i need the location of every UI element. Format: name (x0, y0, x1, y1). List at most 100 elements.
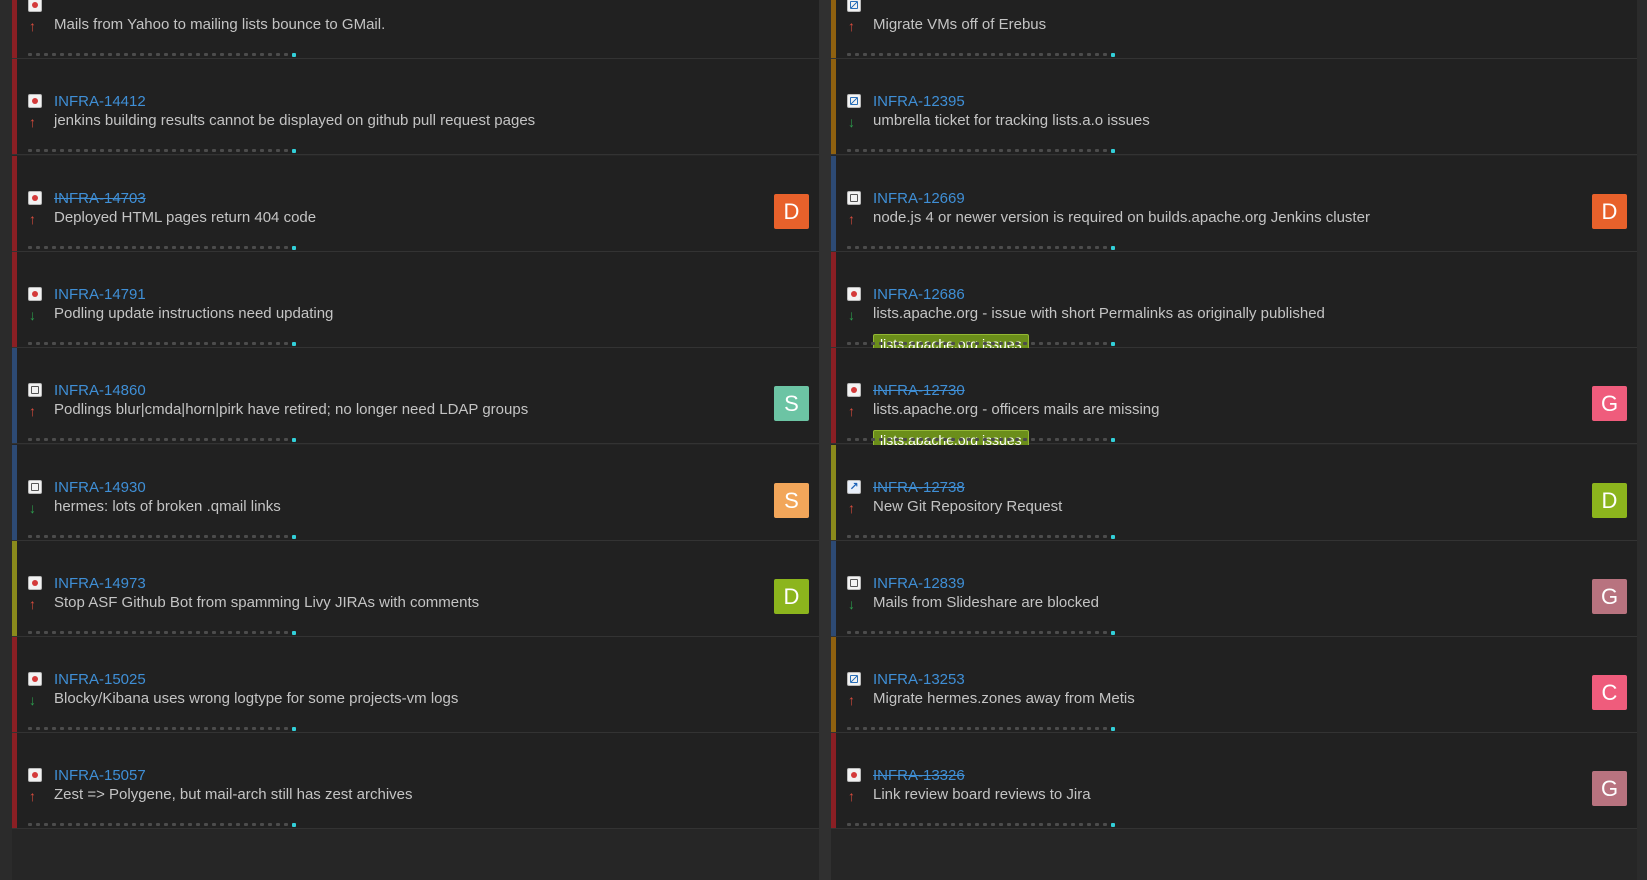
progress-dot (1095, 246, 1099, 249)
progress-dot (1103, 631, 1107, 634)
assignee-avatar[interactable]: D (774, 194, 809, 229)
issue-key-link[interactable]: INFRA-13253 (873, 671, 965, 688)
issue-card[interactable]: ↓ INFRA-14930 hermes: lots of broken .qmai… (12, 445, 819, 541)
assignee-avatar[interactable]: D (1592, 194, 1627, 229)
progress-dot (1023, 535, 1027, 538)
issue-key-link[interactable]: INFRA-14791 (54, 286, 146, 303)
assignee-avatar[interactable]: S (774, 483, 809, 518)
assignee-avatar[interactable]: G (1592, 771, 1627, 806)
issue-card[interactable]: ↑ INFRA-14973 Stop ASF Github Bot from spa… (12, 541, 819, 637)
issue-key-link[interactable]: INFRA-12395 (873, 93, 965, 110)
issue-card[interactable]: ↓ INFRA-15025 Blocky/Kibana uses wrong log… (12, 637, 819, 733)
issue-card[interactable]: ↑ INFRA-14860 Podlings blur|cmda|horn|pirk… (12, 348, 819, 444)
progress-dot (959, 727, 963, 730)
issue-card[interactable]: ↓ INFRA-14791 Podling update instructions … (12, 252, 819, 348)
progress-dot (879, 631, 883, 634)
progress-dot (879, 53, 883, 56)
progress-dot (52, 246, 56, 249)
issue-card[interactable]: ↓ INFRA-12686 lists.apache.org - issue wit… (831, 252, 1637, 354)
progress-dot (1087, 631, 1091, 634)
issue-card[interactable]: ↑ INFRA-12669 node.js 4 or newer version i… (831, 156, 1637, 252)
issue-key-link[interactable]: INFRA-14412 (54, 93, 146, 110)
progress-dot (252, 535, 256, 538)
progress-dot (983, 438, 987, 441)
issue-key-link[interactable]: INFRA-12730 (873, 382, 965, 399)
days-in-column-indicator (847, 438, 1115, 442)
issue-key-link[interactable]: INFRA-15057 (54, 767, 146, 784)
progress-dot (967, 53, 971, 56)
progress-dot (1071, 246, 1075, 249)
issue-key-link[interactable]: INFRA-14973 (54, 575, 146, 592)
progress-dot (196, 53, 200, 56)
issue-card[interactable]: ↑ INFRA-12738 New Git Repository Request D (831, 445, 1637, 541)
issue-card[interactable]: ↑ Migrate VMs off of Erebus (831, 0, 1637, 59)
assignee-avatar[interactable]: D (774, 579, 809, 614)
progress-dot (132, 149, 136, 152)
days-in-column-indicator (28, 535, 296, 539)
assignee-avatar[interactable]: C (1592, 675, 1627, 710)
progress-dot (172, 438, 176, 441)
issue-card[interactable]: ↓ INFRA-12839 Mails from Slideshare are bl… (831, 541, 1637, 637)
progress-dot (36, 438, 40, 441)
progress-dot (116, 53, 120, 56)
progress-dot (1047, 342, 1051, 345)
progress-dot (212, 438, 216, 441)
issue-card[interactable]: ↑ INFRA-15057 Zest => Polygene, but mail-a… (12, 733, 819, 829)
issue-card[interactable]: ↑ INFRA-14412 jenkins building results can… (12, 59, 819, 155)
assignee-avatar[interactable]: G (1592, 579, 1627, 614)
issue-card[interactable]: ↑ INFRA-13326 Link review board reviews to… (831, 733, 1637, 829)
progress-dot (172, 342, 176, 345)
progress-dot (156, 535, 160, 538)
progress-dot (276, 727, 280, 730)
assignee-avatar[interactable]: D (1592, 483, 1627, 518)
progress-dot (1039, 823, 1043, 826)
issue-key-link[interactable]: INFRA-12738 (873, 479, 965, 496)
issue-summary: Deployed HTML pages return 404 code (54, 209, 317, 226)
progress-dot (1031, 149, 1035, 152)
progress-dot (951, 53, 955, 56)
assignee-avatar[interactable]: G (1592, 386, 1627, 421)
issue-card[interactable]: ↑ Mails from Yahoo to mailing lists bounc… (12, 0, 819, 59)
progress-dot (68, 823, 72, 826)
progress-dot (132, 246, 136, 249)
bug-icon (847, 287, 861, 301)
issue-card[interactable]: ↑ INFRA-12730 lists.apache.org - officers … (831, 348, 1637, 450)
issue-key-link[interactable]: INFRA-15025 (54, 671, 146, 688)
progress-dot (100, 631, 104, 634)
issue-key-link[interactable]: INFRA-14860 (54, 382, 146, 399)
issue-card[interactable]: ↑ INFRA-14703 Deployed HTML pages return 4… (12, 156, 819, 252)
progress-dot (927, 631, 931, 634)
progress-dot (156, 53, 160, 56)
progress-dot (847, 53, 851, 56)
progress-dot (68, 727, 72, 730)
issue-card[interactable]: ↓ INFRA-12395 umbrella ticket for tracking… (831, 59, 1637, 155)
progress-dot (967, 535, 971, 538)
progress-dot (44, 823, 48, 826)
issue-key-link[interactable]: INFRA-14930 (54, 479, 146, 496)
issue-key-link[interactable]: INFRA-12669 (873, 190, 965, 207)
issue-key-link[interactable]: INFRA-12686 (873, 286, 965, 303)
issue-card[interactable]: ↑ INFRA-13253 Migrate hermes.zones away fr… (831, 637, 1637, 733)
progress-dot (84, 631, 88, 634)
progress-dot (108, 342, 112, 345)
progress-dot (1063, 149, 1067, 152)
progress-dot (292, 727, 296, 731)
progress-dot (991, 149, 995, 152)
progress-dot (180, 149, 184, 152)
progress-dot (228, 438, 232, 441)
progress-dot (1111, 438, 1115, 442)
progress-dot (172, 631, 176, 634)
progress-dot (975, 631, 979, 634)
progress-dot (847, 149, 851, 152)
issue-key-link[interactable]: INFRA-14703 (54, 190, 146, 207)
progress-dot (172, 727, 176, 730)
progress-dot (244, 149, 248, 152)
issue-key-link[interactable]: INFRA-13326 (873, 767, 965, 784)
issue-key-link[interactable]: INFRA-12839 (873, 575, 965, 592)
assignee-avatar[interactable]: S (774, 386, 809, 421)
progress-dot (76, 823, 80, 826)
progress-dot (1031, 631, 1035, 634)
progress-dot (100, 535, 104, 538)
progress-dot (140, 727, 144, 730)
progress-dot (236, 727, 240, 730)
